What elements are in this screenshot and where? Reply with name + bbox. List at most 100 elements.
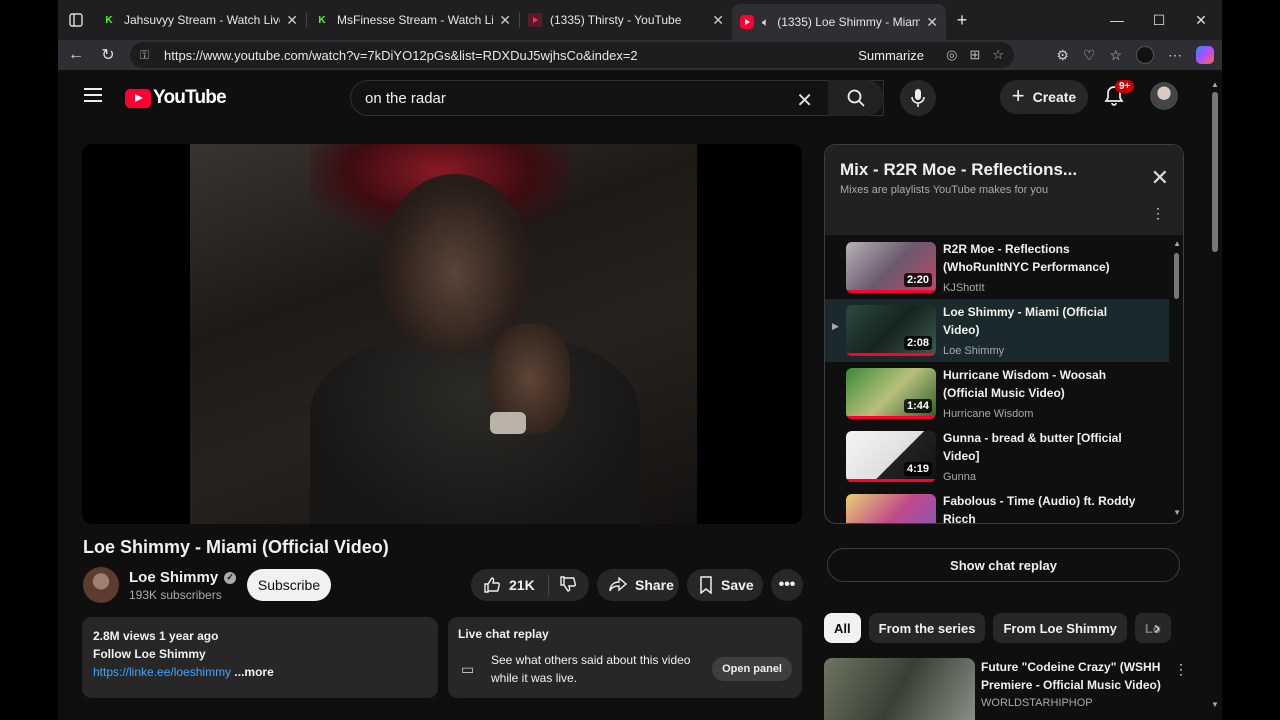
- chip-all[interactable]: All: [824, 613, 861, 643]
- more-horizontal-icon: •••: [778, 576, 796, 593]
- video-thumbnail: [846, 494, 936, 523]
- close-tab-icon[interactable]: ✕: [499, 12, 511, 29]
- browser-tab-2[interactable]: K MsFinesse Stream - Watch Live o ✕: [307, 4, 519, 36]
- youtube-logo[interactable]: YouTube: [125, 87, 227, 109]
- url-field[interactable]: ⚿ https://www.youtube.com/watch?v=7kDiYO…: [130, 42, 1014, 68]
- speaker-icon[interactable]: 🔈︎: [762, 15, 769, 30]
- kick-icon: K: [105, 14, 113, 26]
- search-button[interactable]: [828, 80, 884, 116]
- chevron-right-icon[interactable]: ›: [1154, 618, 1160, 639]
- show-chat-replay-button[interactable]: Show chat replay: [827, 548, 1180, 582]
- profile-avatar[interactable]: [1136, 46, 1154, 64]
- summarize-icon[interactable]: ◎: [946, 47, 957, 63]
- refresh-icon[interactable]: ↻: [92, 40, 124, 70]
- favorites-icon[interactable]: ☆: [1109, 47, 1122, 64]
- browser-window: K Jahsuvyy Stream - Watch Live on ✕ K Ms…: [58, 0, 1222, 720]
- playlist-title[interactable]: Mix - R2R Moe - Reflections...: [840, 160, 1077, 180]
- video-player[interactable]: [82, 144, 802, 524]
- playlist-scrollbar[interactable]: [1174, 253, 1179, 299]
- clear-search-icon[interactable]: ✕: [796, 88, 813, 113]
- playlist-item[interactable]: 1:44 Hurricane Wisdom - Woosah (Official…: [825, 362, 1169, 425]
- close-tab-icon[interactable]: ✕: [926, 14, 938, 31]
- tab-actions-icon[interactable]: [58, 4, 94, 36]
- filter-chips: All From the series From Loe Shimmy Lo: [824, 613, 1171, 643]
- channel-name[interactable]: Loe Shimmy ✓: [129, 569, 237, 586]
- back-icon[interactable]: ←: [60, 40, 92, 70]
- chip-from-loe-shimmy[interactable]: From Loe Shimmy: [993, 613, 1127, 643]
- share-button[interactable]: Share: [597, 569, 679, 601]
- create-label: Create: [1032, 89, 1077, 105]
- views-and-date: 2.8M views 1 year ago: [93, 629, 219, 643]
- notification-badge: 9+: [1115, 80, 1135, 93]
- more-description-button[interactable]: ...more: [234, 665, 273, 679]
- browser-tab-4-active[interactable]: 🔈︎ (1335) Loe Shimmy - Miami ✕: [732, 4, 946, 40]
- video-thumbnail: [824, 658, 975, 720]
- video-menu-icon[interactable]: ⋮: [1174, 661, 1188, 678]
- page-scroll-thumb[interactable]: [1212, 92, 1218, 252]
- copilot-icon[interactable]: [1196, 46, 1214, 64]
- playlist-header: Mix - R2R Moe - Reflections... Mixes are…: [825, 145, 1183, 235]
- close-window-icon[interactable]: ✕: [1180, 0, 1222, 40]
- chip-partial[interactable]: Lo: [1134, 613, 1171, 643]
- verified-icon: ✓: [224, 571, 237, 584]
- thumbs-up-icon: [484, 577, 500, 593]
- close-tab-icon[interactable]: ✕: [286, 12, 298, 29]
- browser-tab-3[interactable]: (1335) Thirsty - YouTube ✕: [520, 4, 732, 36]
- recommended-channel: WORLDSTARHIPHOP: [981, 697, 1093, 709]
- hamburger-menu-icon[interactable]: [84, 88, 102, 102]
- close-tab-icon[interactable]: ✕: [712, 12, 724, 29]
- open-panel-button[interactable]: Open panel: [712, 657, 792, 681]
- playlist-item-title: Hurricane Wisdom - Woosah (Official Musi…: [943, 368, 1107, 400]
- app-available-icon[interactable]: ⊞: [969, 47, 980, 63]
- notifications-button[interactable]: 9+: [1103, 80, 1135, 108]
- playlist-item-current[interactable]: ▶ 2:08 Loe Shimmy - Miami (Official Vide…: [825, 299, 1169, 362]
- site-info-icon[interactable]: ⚿: [140, 48, 154, 63]
- maximize-icon[interactable]: ☐: [1138, 0, 1180, 40]
- live-chat-replay-box: Live chat replay ▭ See what others said …: [448, 617, 802, 698]
- summarize-button[interactable]: Summarize: [858, 48, 924, 63]
- more-icon[interactable]: ⋯: [1168, 47, 1182, 64]
- new-tab-button[interactable]: +: [946, 4, 978, 36]
- minimize-icon[interactable]: —: [1096, 0, 1138, 40]
- favorite-star-icon[interactable]: ☆: [992, 47, 1004, 63]
- scroll-down-icon[interactable]: ▼: [1173, 508, 1181, 517]
- playlist-item-title: R2R Moe - Reflections (WhoRunItNYC Perfo…: [943, 242, 1110, 274]
- create-button[interactable]: + Create: [1000, 80, 1088, 114]
- playlist-menu-icon[interactable]: ⋮: [1151, 205, 1165, 222]
- dislike-button[interactable]: [549, 575, 577, 596]
- playlist-item[interactable]: Fabolous - Time (Audio) ft. Roddy Ricch: [825, 488, 1169, 523]
- playlist-item[interactable]: 4:19 Gunna - bread & butter [Official Vi…: [825, 425, 1169, 488]
- search-input[interactable]: on the radar ✕: [350, 80, 884, 116]
- playlist-panel: Mix - R2R Moe - Reflections... Mixes are…: [824, 144, 1184, 524]
- account-avatar[interactable]: [1150, 82, 1178, 110]
- thumbs-down-icon: [560, 575, 576, 592]
- scroll-up-icon[interactable]: ▲: [1173, 239, 1181, 248]
- description-link[interactable]: https://linke.ee/loeshimmy: [93, 665, 231, 679]
- chip-from-the-series[interactable]: From the series: [868, 613, 986, 643]
- extensions-icon[interactable]: ⚙: [1056, 47, 1069, 64]
- browser-tab-1[interactable]: K Jahsuvyy Stream - Watch Live on ✕: [94, 4, 306, 36]
- description-box[interactable]: 2.8M views 1 year ago Follow Loe Shimmy …: [82, 617, 438, 698]
- close-playlist-icon[interactable]: ✕: [1151, 165, 1169, 191]
- voice-search-button[interactable]: [900, 80, 936, 116]
- like-button[interactable]: 21K: [471, 574, 549, 596]
- more-actions-button[interactable]: •••: [771, 569, 803, 601]
- description-line: Follow Loe Shimmy: [93, 647, 206, 661]
- scroll-up-icon[interactable]: ▲: [1211, 80, 1219, 89]
- bookmark-icon: [700, 576, 712, 594]
- tab-title: (1335) Thirsty - YouTube: [550, 13, 682, 27]
- save-button[interactable]: Save: [687, 569, 763, 601]
- browser-essentials-icon[interactable]: ♡: [1083, 47, 1096, 64]
- tab-title: Jahsuvyy Stream - Watch Live on: [124, 13, 280, 27]
- youtube-play-icon: [125, 88, 151, 108]
- search-icon: [847, 89, 865, 107]
- scroll-down-icon[interactable]: ▼: [1211, 700, 1219, 709]
- playlist-item[interactable]: 2:20 R2R Moe - Reflections (WhoRunItNYC …: [825, 236, 1169, 299]
- subscribe-button[interactable]: Subscribe: [247, 569, 331, 601]
- share-label: Share: [635, 577, 674, 593]
- channel-avatar[interactable]: [83, 567, 119, 603]
- url-actions: ◎ ⊞ ☆: [946, 47, 1004, 63]
- subscriber-count: 193K subscribers: [129, 588, 222, 602]
- playlist-item-channel: Hurricane Wisdom: [943, 408, 1034, 420]
- page-scrollbar[interactable]: ▲ ▼: [1208, 80, 1222, 720]
